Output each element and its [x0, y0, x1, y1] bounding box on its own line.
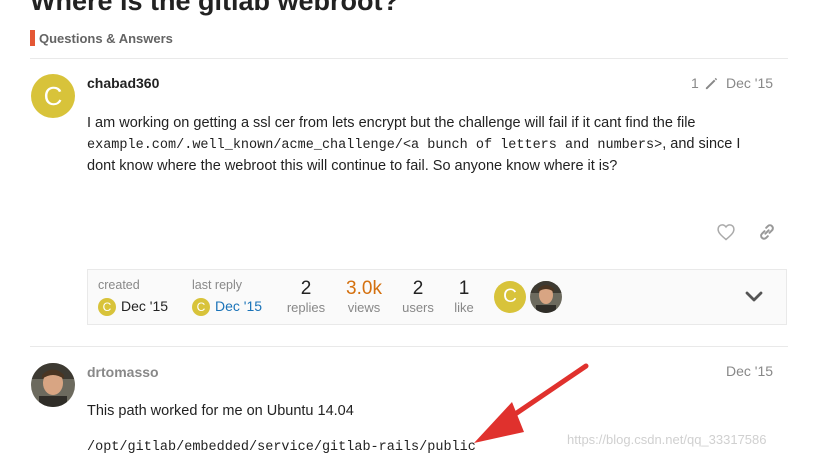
annotation-arrow-icon	[474, 363, 589, 443]
watermark: https://blog.csdn.net/qq_33317586	[567, 432, 767, 447]
